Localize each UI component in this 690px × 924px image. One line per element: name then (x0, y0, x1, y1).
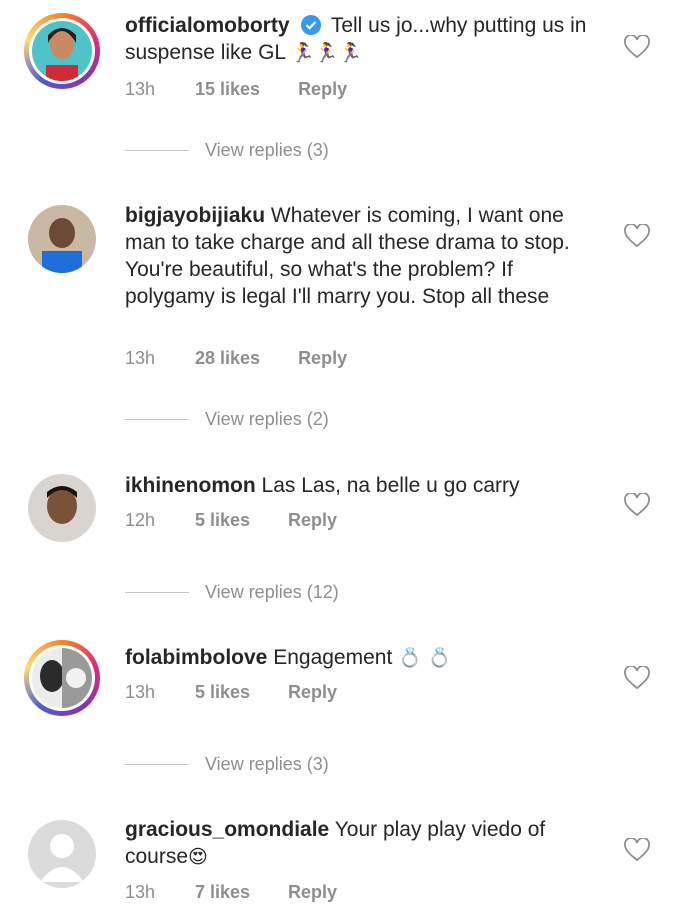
comment-text: ikhinenomon Las Las, na belle u go carry (125, 472, 605, 499)
comment-emoji: 😍 (188, 846, 208, 868)
comment-time: 12h (125, 510, 156, 530)
comment-time: 13h (125, 79, 156, 99)
comment-username[interactable]: gracious_omondiale (125, 818, 329, 841)
comment-time: 13h (125, 348, 156, 368)
comment-username[interactable]: bigjayobijiaku (125, 204, 265, 227)
comment-emoji: 🏃‍♀️🏃‍♀️🏃‍♀️ (291, 42, 363, 64)
comment-meta: 13h 5 likes Reply (125, 682, 337, 703)
avatar-image (28, 205, 96, 273)
like-heart-icon[interactable] (624, 493, 650, 517)
comment-meta: 13h 15 likes Reply (125, 79, 347, 100)
likes-count[interactable]: 5 likes (195, 682, 250, 703)
verified-badge-icon (301, 15, 322, 35)
avatar-image (28, 820, 96, 888)
comment-meta: 12h 5 likes Reply (125, 510, 337, 531)
like-heart-icon[interactable] (624, 838, 650, 862)
view-replies-button[interactable]: View replies (3) (125, 754, 329, 775)
comment-emoji: 💍 💍 (398, 647, 452, 669)
view-replies-label: View replies (12) (205, 582, 339, 602)
comment-text: folabimbolove Engagement 💍 💍 (125, 644, 605, 672)
comment-time: 13h (125, 882, 156, 902)
likes-count[interactable]: 15 likes (195, 79, 260, 100)
comment-body: Las Las, na belle u go carry (261, 474, 520, 497)
comment-meta: 13h 7 likes Reply (125, 882, 337, 903)
comment-username[interactable]: ikhinenomon (125, 474, 256, 497)
view-replies-label: View replies (3) (205, 140, 329, 160)
like-heart-icon[interactable] (624, 666, 650, 690)
comment-time: 13h (125, 682, 156, 702)
avatar-image (28, 474, 96, 542)
likes-count[interactable]: 5 likes (195, 510, 250, 531)
like-heart-icon[interactable] (624, 224, 650, 248)
replies-divider (125, 592, 189, 593)
view-replies-button[interactable]: View replies (12) (125, 582, 339, 603)
comment-text: bigjayobijiaku Whatever is coming, I wan… (125, 202, 605, 310)
likes-count[interactable]: 28 likes (195, 348, 260, 369)
comment-text: officialomoborty Tell us jo...why puttin… (125, 12, 605, 67)
reply-button[interactable]: Reply (298, 348, 347, 369)
replies-divider (125, 150, 189, 151)
avatar[interactable] (24, 470, 100, 546)
avatar-story-ring[interactable] (24, 640, 100, 716)
view-replies-button[interactable]: View replies (3) (125, 140, 329, 161)
likes-count[interactable]: 7 likes (195, 882, 250, 903)
reply-button[interactable]: Reply (288, 682, 337, 703)
view-replies-label: View replies (2) (205, 409, 329, 429)
comment-username[interactable]: folabimbolove (125, 646, 267, 669)
reply-button[interactable]: Reply (298, 79, 347, 100)
view-replies-label: View replies (3) (205, 754, 329, 774)
avatar[interactable] (24, 201, 100, 277)
reply-button[interactable]: Reply (288, 510, 337, 531)
comment-username[interactable]: officialomoborty (125, 14, 290, 37)
replies-divider (125, 419, 189, 420)
like-heart-icon[interactable] (624, 35, 650, 59)
avatar (32, 648, 92, 708)
comment-text: gracious_omondiale Your play play viedo … (125, 816, 605, 871)
avatar-story-ring[interactable] (24, 13, 100, 89)
view-replies-button[interactable]: View replies (2) (125, 409, 329, 430)
avatar (32, 21, 92, 81)
reply-button[interactable]: Reply (288, 882, 337, 903)
replies-divider (125, 764, 189, 765)
comment-body: Engagement (273, 646, 393, 669)
avatar[interactable] (24, 816, 100, 892)
comment-meta: 13h 28 likes Reply (125, 348, 347, 369)
